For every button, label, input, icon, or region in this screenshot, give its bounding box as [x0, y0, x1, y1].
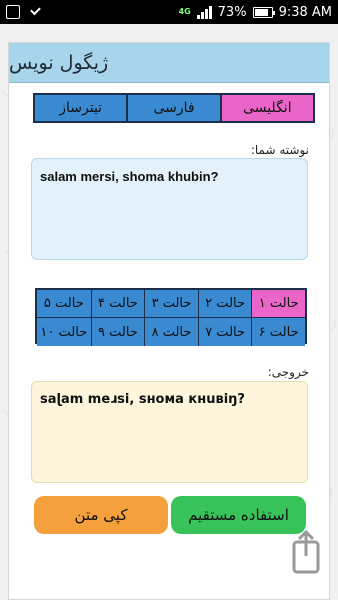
tab-persian[interactable]: فارسی	[128, 93, 222, 123]
signal-icon	[196, 5, 212, 19]
mode-tabs: تیترساز فارسی انگلیسی	[33, 93, 315, 123]
battery-icon	[252, 6, 275, 18]
copy-text-button[interactable]: کپی متن	[34, 496, 168, 534]
style-label: حالت ۴	[97, 296, 138, 311]
style-label: حالت ۱۰	[40, 324, 88, 340]
input-label: نوشته شما:	[250, 143, 309, 157]
output-value: saɭam meɹsi, sнoмa кнuвiŋ?	[40, 392, 245, 407]
check-icon	[28, 5, 42, 19]
style-label: حالت ۳	[151, 296, 192, 311]
input-value: salam mersi, shoma khubin?	[40, 169, 219, 184]
text-input[interactable]: salam mersi, shoma khubin?	[31, 158, 308, 260]
style-label: حالت ۲	[205, 296, 246, 311]
tab-label: انگلیسی	[243, 100, 292, 116]
style-label: حالت ۷	[205, 324, 246, 340]
style-label: حالت ۱	[258, 296, 299, 311]
style-button-1[interactable]: حالت ۱	[251, 290, 305, 318]
tab-titlemaker[interactable]: تیترساز	[33, 93, 129, 123]
style-button-3[interactable]: حالت ۳	[144, 290, 198, 318]
style-label: حالت ۹	[97, 324, 138, 340]
style-label: حالت ۸	[151, 324, 192, 340]
style-label: حالت ۶	[258, 324, 299, 340]
tab-label: فارسی	[153, 100, 195, 116]
tab-label: تیترساز	[59, 100, 103, 116]
use-direct-button[interactable]: استفاده مستقیم	[171, 496, 306, 534]
use-direct-label: استفاده مستقیم	[188, 506, 289, 524]
style-grid: حالت ۱ حالت ۲ حالت ۳ حالت ۴ حالت ۵ حالت …	[35, 288, 307, 346]
battery-percent: 73%	[217, 4, 247, 20]
style-button-5[interactable]: حالت ۵	[37, 290, 91, 318]
clock: 9:38 AM	[278, 4, 332, 20]
output-label: خروجی:	[267, 365, 309, 379]
style-button-8[interactable]: حالت ۸	[144, 318, 198, 346]
style-label: حالت ۵	[43, 296, 84, 311]
style-button-4[interactable]: حالت ۴	[90, 290, 145, 318]
style-button-2[interactable]: حالت ۲	[197, 290, 252, 318]
app-title: ژیگول نویس	[9, 51, 109, 74]
network-label: 4G	[178, 7, 191, 16]
copy-text-label: کپی متن	[74, 506, 128, 524]
style-button-7[interactable]: حالت ۷	[197, 318, 252, 346]
share-icon[interactable]	[288, 528, 324, 578]
app-title-bar: ژیگول نویس	[9, 43, 329, 83]
main-card: ژیگول نویس تیترساز فارسی انگلیسی نوشته ش…	[8, 42, 330, 600]
style-button-9[interactable]: حالت ۹	[90, 318, 145, 346]
tab-english[interactable]: انگلیسی	[221, 93, 315, 123]
status-bar: 4G 73% 9:38 AM	[0, 0, 338, 24]
style-button-10[interactable]: حالت ۱۰	[37, 318, 91, 346]
style-button-6[interactable]: حالت ۶	[251, 318, 305, 346]
output-box[interactable]: saɭam meɹsi, sнoмa кнuвiŋ?	[31, 381, 308, 483]
gallery-icon	[6, 5, 20, 19]
